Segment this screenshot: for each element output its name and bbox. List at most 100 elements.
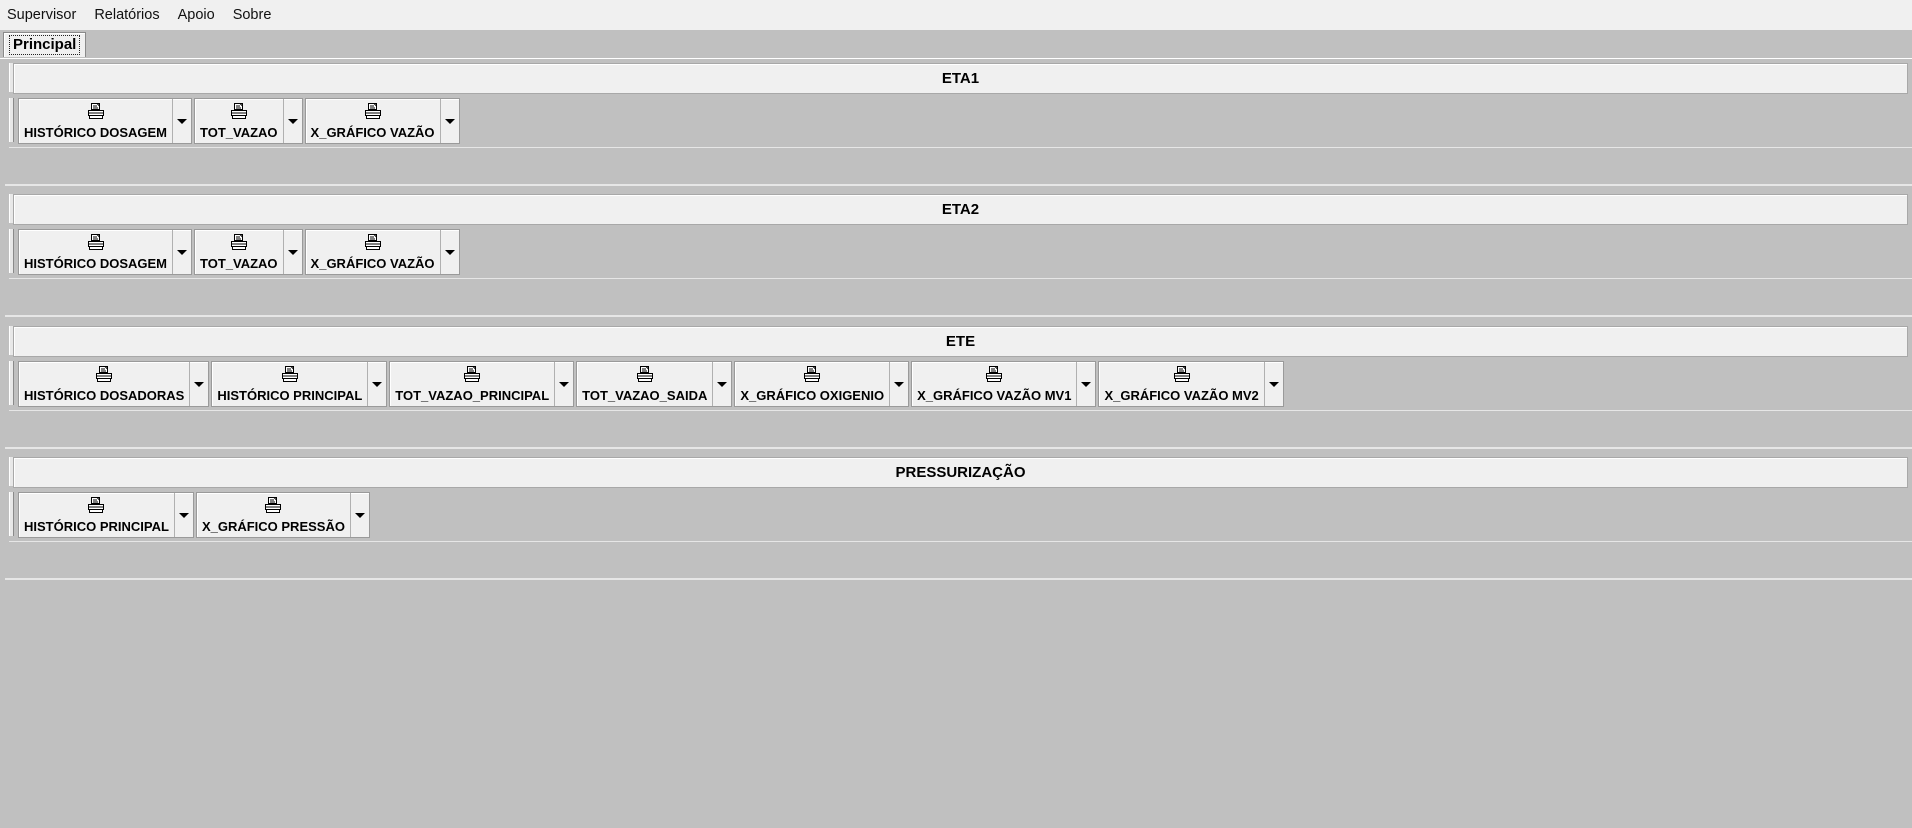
chevron-down-icon xyxy=(177,249,188,255)
chevron-down-icon xyxy=(194,381,205,387)
report-button-tot-vazao[interactable]: TOT_VAZAO xyxy=(194,229,303,275)
report-button-label: X_GRÁFICO VAZÃO MV2 xyxy=(1104,388,1259,403)
report-button-label: X_GRÁFICO VAZÃO MV1 xyxy=(917,388,1072,403)
report-button-label: X_GRÁFICO VAZÃO xyxy=(310,256,435,271)
report-button-main[interactable]: X_GRÁFICO VAZÃO MV1 xyxy=(912,362,1078,406)
toolbar-grip[interactable] xyxy=(9,229,14,273)
group-pressurizacao: PRESSURIZAÇÃO HISTÓRICO PRINCIPAL X_GRÁFIC… xyxy=(5,453,1912,580)
report-button-label: TOT_VAZAO xyxy=(200,256,278,271)
report-button-label: HISTÓRICO DOSAGEM xyxy=(24,256,168,271)
group-title: PRESSURIZAÇÃO xyxy=(13,457,1908,488)
toolbar-grip[interactable] xyxy=(9,492,14,536)
chevron-down-icon xyxy=(559,381,570,387)
report-button-x-grafico-vazao-mv2[interactable]: X_GRÁFICO VAZÃO MV2 xyxy=(1098,361,1284,407)
report-button-historico-principal[interactable]: HISTÓRICO PRINCIPAL xyxy=(211,361,388,407)
report-button-tot-vazao-saida[interactable]: TOT_VAZAO_SAIDA xyxy=(576,361,733,407)
printer-icon xyxy=(364,234,382,253)
report-button-x-grafico-vazao[interactable]: X_GRÁFICO VAZÃO xyxy=(304,229,460,275)
report-button-label: HISTÓRICO PRINCIPAL xyxy=(24,519,169,534)
menu-relatorios[interactable]: Relatórios xyxy=(85,0,168,30)
printer-icon xyxy=(463,366,481,385)
chevron-down-icon xyxy=(287,249,298,255)
chevron-down-icon xyxy=(894,381,905,387)
dropdown-arrow-button[interactable] xyxy=(175,493,193,537)
menu-supervisor[interactable]: Supervisor xyxy=(0,0,85,30)
report-button-main[interactable]: X_GRÁFICO VAZÃO xyxy=(306,230,441,274)
report-button-main[interactable]: X_GRÁFICO OXIGENIO xyxy=(735,362,891,406)
report-button-main[interactable]: X_GRÁFICO VAZÃO MV2 xyxy=(1099,362,1265,406)
report-button-main[interactable]: X_GRÁFICO PRESSÃO xyxy=(197,493,351,537)
dropdown-arrow-button[interactable] xyxy=(351,493,369,537)
tab-principal-label: Principal xyxy=(9,35,81,55)
printer-icon xyxy=(364,103,382,122)
chevron-down-icon xyxy=(354,512,365,518)
report-button-x-grafico-vazao[interactable]: X_GRÁFICO VAZÃO xyxy=(304,98,460,144)
report-button-main[interactable]: HISTÓRICO DOSADORAS xyxy=(19,362,191,406)
group-ete: ETE HISTÓRICO DOSADORAS HISTÓRICO PRINCIPA… xyxy=(5,322,1912,449)
report-button-historico-dosagem[interactable]: HISTÓRICO DOSAGEM xyxy=(18,229,193,275)
chevron-down-icon xyxy=(717,381,728,387)
dropdown-arrow-button[interactable] xyxy=(190,362,208,406)
toolbar-grip[interactable] xyxy=(9,98,14,142)
chevron-down-icon xyxy=(1081,381,1092,387)
printer-icon xyxy=(230,103,248,122)
report-button-label: X_GRÁFICO VAZÃO xyxy=(310,125,435,140)
report-button-tot-vazao-principal[interactable]: TOT_VAZAO_PRINCIPAL xyxy=(389,361,575,407)
toolbar-grip[interactable] xyxy=(9,361,14,405)
group-title: ETA1 xyxy=(13,63,1908,94)
tab-principal[interactable]: Principal xyxy=(3,32,87,57)
dropdown-arrow-button[interactable] xyxy=(441,99,459,143)
dropdown-arrow-button[interactable] xyxy=(284,99,302,143)
printer-icon xyxy=(985,366,1003,385)
menu-apoio[interactable]: Apoio xyxy=(169,0,224,30)
report-button-main[interactable]: TOT_VAZAO_SAIDA xyxy=(577,362,714,406)
main-content: ETA1 HISTÓRICO DOSAGEM TOT_VAZAO X_GRÁFICO … xyxy=(0,59,1912,828)
group-body xyxy=(9,147,1912,181)
dropdown-arrow-button[interactable] xyxy=(368,362,386,406)
dropdown-arrow-button[interactable] xyxy=(713,362,731,406)
report-button-historico-dosadoras[interactable]: HISTÓRICO DOSADORAS xyxy=(18,361,210,407)
report-button-main[interactable]: HISTÓRICO DOSAGEM xyxy=(19,230,174,274)
report-button-x-grafico-pressao[interactable]: X_GRÁFICO PRESSÃO xyxy=(195,492,370,538)
report-toolbar: HISTÓRICO PRINCIPAL X_GRÁFICO PRESSÃO xyxy=(9,492,372,538)
printer-icon xyxy=(95,366,113,385)
menu-sobre[interactable]: Sobre xyxy=(224,0,281,30)
report-button-main[interactable]: TOT_VAZAO_PRINCIPAL xyxy=(390,362,556,406)
printer-icon xyxy=(636,366,654,385)
dropdown-arrow-button[interactable] xyxy=(441,230,459,274)
dropdown-arrow-button[interactable] xyxy=(173,99,191,143)
report-button-tot-vazao[interactable]: TOT_VAZAO xyxy=(194,98,303,144)
group-title: ETA2 xyxy=(13,194,1908,225)
report-button-main[interactable]: TOT_VAZAO xyxy=(195,230,284,274)
printer-icon xyxy=(87,497,105,516)
report-button-label: TOT_VAZAO_PRINCIPAL xyxy=(395,388,550,403)
report-button-label: HISTÓRICO PRINCIPAL xyxy=(217,388,363,403)
chevron-down-icon xyxy=(178,512,189,518)
dropdown-arrow-button[interactable] xyxy=(173,230,191,274)
report-button-x-grafico-vazao-mv1[interactable]: X_GRÁFICO VAZÃO MV1 xyxy=(911,361,1097,407)
dropdown-arrow-button[interactable] xyxy=(555,362,573,406)
dropdown-arrow-button[interactable] xyxy=(1077,362,1095,406)
group-body xyxy=(9,410,1912,444)
report-button-historico-principal[interactable]: HISTÓRICO PRINCIPAL xyxy=(18,492,194,538)
printer-icon xyxy=(87,103,105,122)
dropdown-arrow-button[interactable] xyxy=(890,362,908,406)
chevron-down-icon xyxy=(287,118,298,124)
printer-icon xyxy=(230,234,248,253)
tab-strip: Principal xyxy=(0,30,1912,59)
report-button-main[interactable]: HISTÓRICO PRINCIPAL xyxy=(19,493,175,537)
printer-icon xyxy=(803,366,821,385)
chevron-down-icon xyxy=(444,118,455,124)
dropdown-arrow-button[interactable] xyxy=(284,230,302,274)
report-button-historico-dosagem[interactable]: HISTÓRICO DOSAGEM xyxy=(18,98,193,144)
printer-icon xyxy=(264,497,282,516)
report-button-main[interactable]: HISTÓRICO DOSAGEM xyxy=(19,99,174,143)
report-button-main[interactable]: X_GRÁFICO VAZÃO xyxy=(306,99,441,143)
report-button-main[interactable]: TOT_VAZAO xyxy=(195,99,284,143)
report-button-x-grafico-oxigenio[interactable]: X_GRÁFICO OXIGENIO xyxy=(734,361,910,407)
report-button-main[interactable]: HISTÓRICO PRINCIPAL xyxy=(212,362,369,406)
printer-icon xyxy=(1173,366,1191,385)
group-body xyxy=(9,278,1912,312)
dropdown-arrow-button[interactable] xyxy=(1265,362,1283,406)
group-body xyxy=(9,541,1912,575)
